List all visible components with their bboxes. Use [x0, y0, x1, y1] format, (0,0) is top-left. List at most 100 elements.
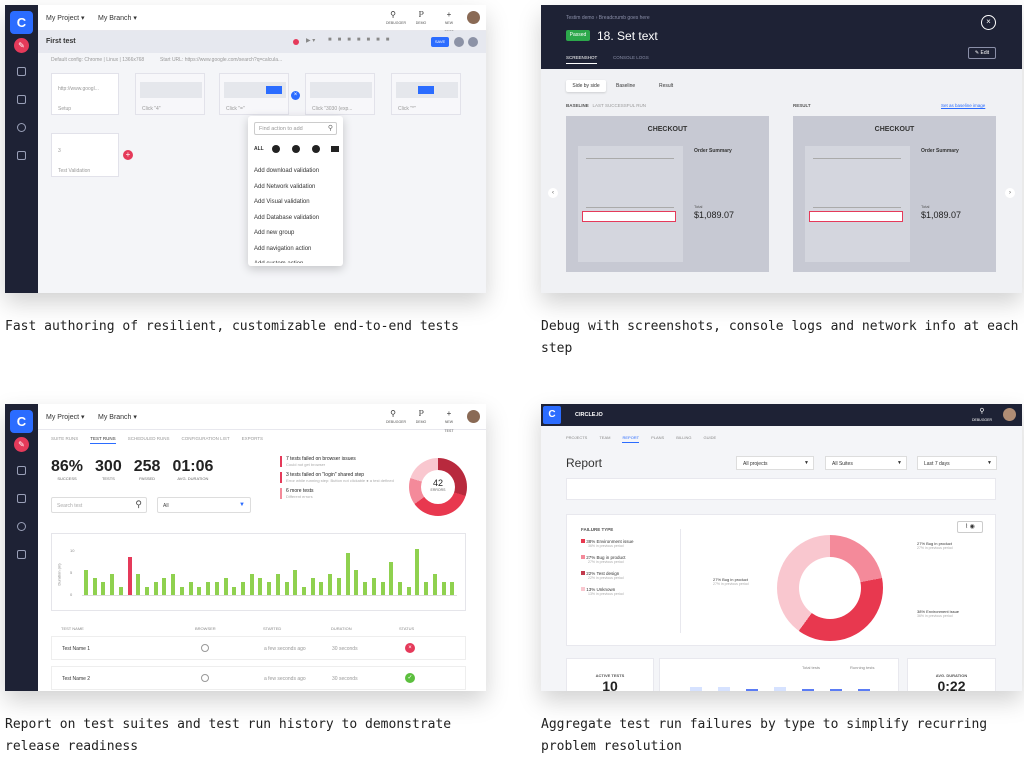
alert-3[interactable]: 6 more tests Different errors: [280, 488, 398, 499]
step-setup[interactable]: http://www.googl... Setup: [51, 73, 119, 115]
search-test-input[interactable]: Search test: [57, 503, 82, 509]
demo-icon-2[interactable]: ℙ DEMO: [414, 409, 428, 436]
tab-console-logs[interactable]: CONSOLE LOGS: [613, 55, 649, 60]
tab-exports[interactable]: EXPORTS: [242, 436, 263, 444]
set-baseline-link[interactable]: Set as baseline image: [941, 103, 985, 108]
nav-billing[interactable]: BILLING: [676, 435, 691, 443]
chart-toggle-icon[interactable]: ⌇ ◉: [957, 521, 983, 533]
filter-all[interactable]: ALL: [254, 146, 264, 152]
col-test-name[interactable]: TEST NAME: [61, 626, 84, 631]
mouse-filter-icon[interactable]: [312, 145, 320, 153]
gear-icon-2[interactable]: [17, 522, 26, 531]
avatar-3[interactable]: [1003, 408, 1016, 421]
folder-filter-icon[interactable]: [331, 146, 339, 152]
tab-configuration-list[interactable]: CONFIGURATION LIST: [181, 436, 229, 444]
new-test-icon-2[interactable]: + NEW TEST: [442, 409, 456, 436]
mode-result[interactable]: Result: [659, 83, 673, 89]
legend-design[interactable]: 22% Test design 22% in previous period: [581, 571, 634, 580]
col-started[interactable]: STARTED: [263, 626, 281, 631]
menu-item-group[interactable]: Add new group: [254, 226, 319, 242]
nav-plans[interactable]: PLANS: [651, 435, 664, 443]
col-browser[interactable]: BROWSER: [195, 626, 216, 631]
record-icon[interactable]: [293, 39, 299, 45]
table-row[interactable]: Test Name 1 a few seconds ago 30 seconds…: [51, 636, 466, 660]
list-icon-2[interactable]: [17, 466, 26, 475]
legend-unknown[interactable]: 13% Unknown 13% in previous period: [581, 587, 634, 596]
prev-arrow-icon[interactable]: ‹: [548, 188, 558, 198]
plugin-icon[interactable]: [17, 151, 26, 160]
tab-suite-runs[interactable]: SUITE RUNS: [51, 436, 78, 444]
logo-2[interactable]: C: [10, 410, 33, 433]
step-click-3030[interactable]: Click "3030 (exp...: [305, 73, 375, 115]
clock-filter-icon[interactable]: [292, 145, 300, 153]
filter-period[interactable]: Last 7 days ▼: [917, 456, 997, 470]
alert-2[interactable]: 3 tests failed on "login" shared step Err…: [280, 472, 398, 483]
add-step-icon[interactable]: ×: [291, 91, 300, 100]
branch-select-2[interactable]: My Branch ▾: [98, 413, 137, 421]
duration-bar: [345, 553, 350, 595]
chat-icon[interactable]: [454, 37, 464, 47]
toolbar-buttons[interactable]: ■■■■■■■: [328, 37, 395, 43]
filter-projects[interactable]: All projects ▼: [736, 456, 814, 470]
list-icon[interactable]: [17, 67, 26, 76]
settings-icon[interactable]: [468, 37, 478, 47]
chevron-down-icon: ▼: [239, 502, 245, 508]
legend-env[interactable]: 38% Environment issue 36% in previous per…: [581, 539, 634, 548]
nav-report[interactable]: REPORT: [622, 435, 640, 443]
nav-projects[interactable]: PROJECTS: [566, 435, 587, 443]
play-icon[interactable]: ▶ ▾: [306, 37, 315, 44]
debugger-icon-3[interactable]: ⚲ DEBUGGER: [972, 408, 992, 424]
tab-screenshot[interactable]: SCREENSHOT: [566, 55, 598, 64]
step-click-eq[interactable]: Click "=": [219, 73, 289, 115]
filter-suites[interactable]: All Suites ▼: [825, 456, 907, 470]
check-filter-icon[interactable]: [272, 145, 280, 153]
table-row[interactable]: Test Name 2 a few seconds ago 30 seconds…: [51, 666, 466, 690]
branch-select[interactable]: My Branch ▾: [98, 14, 137, 22]
action-search[interactable]: Find action to add ⚲: [254, 122, 337, 135]
debugger-label-3: DEBUGGER: [971, 418, 992, 422]
legend-unknown-swatch: [581, 587, 585, 591]
menu-item-navigation[interactable]: Add navigation action: [254, 242, 319, 258]
avatar[interactable]: [467, 11, 480, 24]
avatar-2[interactable]: [467, 410, 480, 423]
test-title[interactable]: First test: [46, 38, 76, 45]
pencil-icon[interactable]: ✎: [14, 38, 29, 53]
plugin-icon-2[interactable]: [17, 550, 26, 559]
next-arrow-icon[interactable]: ›: [1005, 188, 1015, 198]
pencil-icon-2[interactable]: ✎: [14, 437, 29, 452]
nav-team[interactable]: TEAM: [599, 435, 610, 443]
copy-icon[interactable]: [17, 95, 26, 104]
close-icon[interactable]: ×: [981, 15, 996, 30]
legend-bug[interactable]: 27% Bug in product 27% in previous period: [581, 555, 634, 564]
gear-icon[interactable]: [17, 123, 26, 132]
step-validation[interactable]: 3 Test Validation: [51, 133, 119, 177]
project-select[interactable]: My Project ▾: [46, 14, 85, 22]
project-select-2[interactable]: My Project ▾: [46, 413, 85, 421]
mode-side-by-side[interactable]: Side by side: [566, 80, 606, 92]
menu-item-network[interactable]: Add Network validation: [254, 180, 319, 196]
tab-test-runs[interactable]: TEST RUNS: [90, 436, 116, 444]
copy-icon-2[interactable]: [17, 494, 26, 503]
alert-1[interactable]: 7 tests failed on browser issues Could no…: [280, 456, 398, 467]
save-button[interactable]: SAVE: [431, 37, 449, 47]
menu-item-visual[interactable]: Add Visual validation: [254, 195, 319, 211]
action-search-input[interactable]: Find action to add: [259, 126, 303, 132]
step-click-4[interactable]: Click "4": [135, 73, 205, 115]
debugger-icon-2[interactable]: ⚲ DEBUGGER: [386, 409, 406, 436]
mode-baseline[interactable]: Baseline: [616, 83, 635, 89]
step-click-star[interactable]: Click "*": [391, 73, 461, 115]
menu-item-download[interactable]: Add download validation: [254, 164, 319, 180]
menu-item-custom[interactable]: Add custom action: [254, 257, 319, 263]
col-status[interactable]: STATUS: [399, 626, 414, 631]
filter-select[interactable]: All ▼: [157, 497, 251, 513]
circle-logo[interactable]: C: [543, 406, 561, 424]
edit-button[interactable]: ✎ Edit: [968, 47, 996, 59]
add-action-button[interactable]: +: [123, 150, 133, 160]
logo[interactable]: C: [10, 11, 33, 34]
col-duration[interactable]: DURATION: [331, 626, 352, 631]
tab-scheduled-runs[interactable]: SCHEDULED RUNS: [128, 436, 170, 444]
nav-guide[interactable]: GUIDE: [704, 435, 717, 443]
menu-item-database[interactable]: Add Database validation: [254, 211, 319, 227]
search-box[interactable]: Search test ⚲: [51, 497, 147, 513]
bar-group: [690, 683, 890, 691]
